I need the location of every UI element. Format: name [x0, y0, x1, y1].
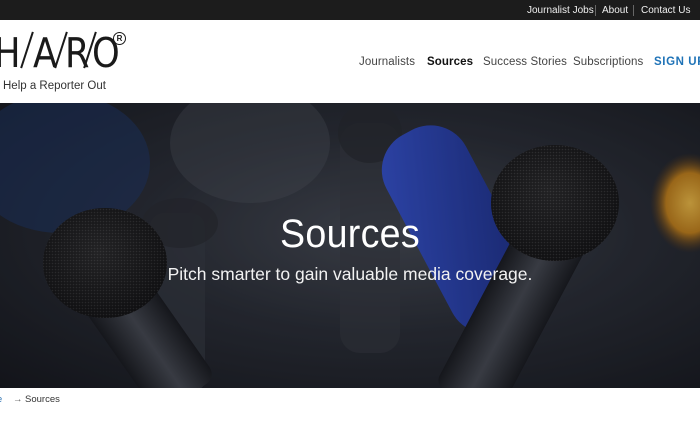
breadcrumb-home-link[interactable]: me: [0, 394, 2, 405]
contact-us-link[interactable]: Contact Us: [641, 0, 690, 20]
nav-sources[interactable]: Sources: [427, 56, 473, 68]
breadcrumb-current: Sources: [25, 394, 60, 405]
breadcrumb: me → Sources: [0, 388, 700, 424]
haro-logo[interactable]: H A R O R Help a Reporter Out: [0, 27, 140, 97]
hero-banner: Sources Pitch smarter to gain valuable m…: [0, 103, 700, 388]
about-link[interactable]: About: [602, 0, 628, 20]
registered-mark-icon: R: [113, 32, 126, 45]
journalist-jobs-link[interactable]: Journalist Jobs: [527, 0, 594, 20]
logo-letter-h: H: [0, 31, 23, 75]
logo-tagline: Help a Reporter Out: [3, 80, 106, 92]
topbar-divider: [633, 5, 634, 16]
top-utility-bar: Journalist Jobs About Contact Us: [0, 0, 700, 20]
topbar-divider: [595, 5, 596, 16]
site-header: H A R O R Help a Reporter Out Journalist…: [0, 20, 700, 103]
nav-sign-up[interactable]: SIGN UP: [654, 56, 700, 68]
nav-subscriptions[interactable]: Subscriptions: [573, 56, 643, 68]
hero-title: Sources: [280, 212, 420, 256]
nav-success-stories[interactable]: Success Stories: [483, 56, 567, 68]
hero-subtitle: Pitch smarter to gain valuable media cov…: [167, 264, 533, 284]
nav-journalists[interactable]: Journalists: [359, 56, 415, 68]
breadcrumb-arrow-icon: →: [13, 394, 23, 405]
